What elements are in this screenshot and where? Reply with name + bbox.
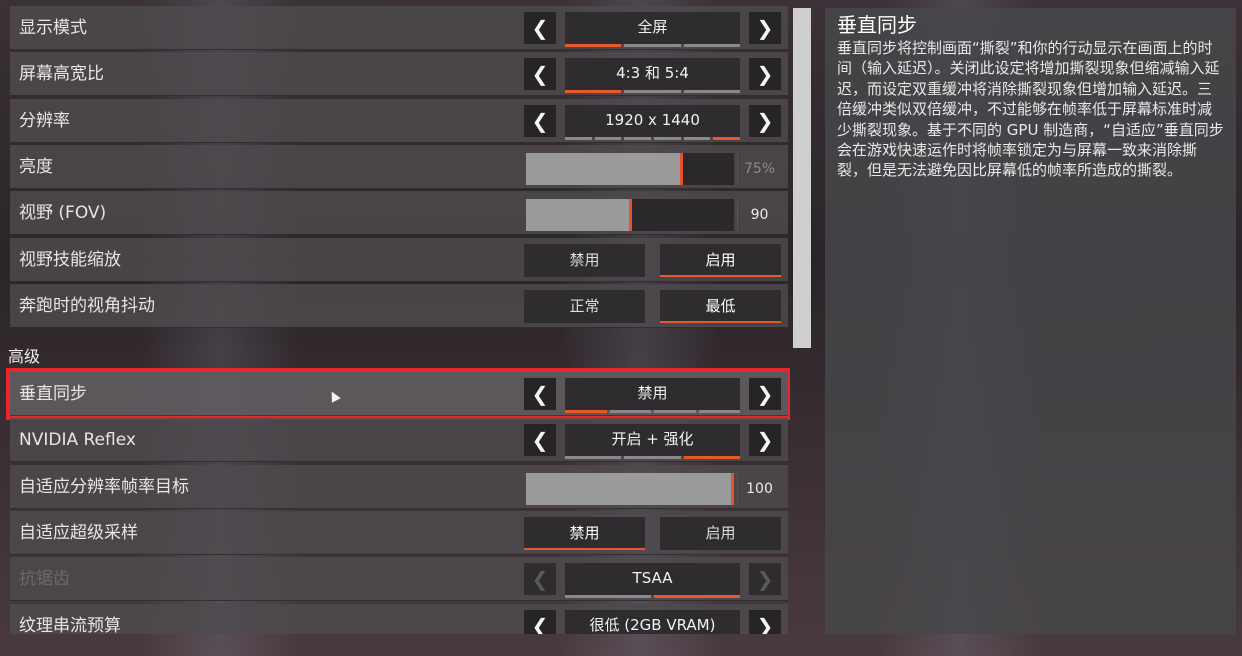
- setting-label: 抗锯齿: [19, 569, 70, 589]
- chevron-right-icon: ❯: [749, 563, 781, 595]
- toggle-option[interactable]: 最低: [660, 290, 781, 323]
- toggle-option[interactable]: 启用: [660, 517, 781, 550]
- slider-track[interactable]: [526, 153, 734, 185]
- selector-value: 全屏: [565, 12, 740, 44]
- setting-label: 自适应分辨率帧率目标: [19, 477, 189, 497]
- setting-row[interactable]: 屏幕高宽比 ❮ 4:3 和 5:4 ❯: [10, 52, 788, 96]
- slider-handle[interactable]: [628, 199, 632, 231]
- setting-label: 视野 (FOV): [19, 203, 107, 223]
- setting-label: 显示模式: [19, 18, 87, 38]
- slider-handle[interactable]: [731, 473, 734, 505]
- setting-row[interactable]: 自适应分辨率帧率目标 100: [10, 465, 788, 509]
- toggle-option[interactable]: 正常: [524, 290, 645, 323]
- chevron-left-icon[interactable]: ❮: [524, 610, 556, 634]
- setting-label: NVIDIA Reflex: [19, 430, 136, 450]
- slider-value: 100: [737, 473, 781, 505]
- option-indicator-segment: [594, 137, 622, 140]
- setting-row[interactable]: 视野 (FOV) 90: [10, 191, 788, 235]
- setting-row[interactable]: 垂直同步 ❮ 禁用 ❯: [6, 368, 790, 420]
- selector-value: 禁用: [565, 378, 740, 410]
- setting-label: 垂直同步: [19, 384, 87, 404]
- chevron-right-icon[interactable]: ❯: [749, 378, 781, 410]
- toggle-option[interactable]: 禁用: [524, 244, 645, 277]
- chevron-right-icon[interactable]: ❯: [749, 58, 781, 90]
- option-indicator-segment: [565, 44, 622, 47]
- option-indicator-segment: [624, 44, 681, 47]
- option-indicator-segment: [565, 137, 592, 140]
- setting-row[interactable]: 纹理串流预算 ❮ 很低 (2GB VRAM) ❯: [10, 604, 788, 634]
- chevron-left-icon[interactable]: ❮: [524, 378, 556, 410]
- setting-row[interactable]: 分辨率 ❮ 1920 x 1440 ❯: [10, 99, 788, 143]
- option-indicator: [565, 456, 740, 459]
- settings-list: 显示模式 ❮ 全屏 ❯ 屏幕高宽比 ❮ 4:3 和 5:4 ❯ 分辨率 ❮ 1920 x 1440 ❯…: [0, 6, 790, 634]
- option-indicator-segment: [624, 456, 681, 459]
- option-indicator-segment: [683, 137, 711, 140]
- chevron-right-icon[interactable]: ❯: [749, 12, 781, 44]
- option-indicator-segment: [609, 410, 651, 413]
- option-indicator-segment: [565, 410, 607, 413]
- slider-fill: [526, 473, 731, 505]
- selector-value: TSAA: [565, 563, 740, 595]
- option-indicator: [565, 410, 740, 413]
- description-panel: 垂直同步 垂直同步将控制画面“撕裂”和你的行动显示在画面上的时间（输入延迟）。关…: [825, 8, 1236, 634]
- option-indicator-segment: [624, 137, 652, 140]
- description-body: 垂直同步将控制画面“撕裂”和你的行动显示在画面上的时间（输入延迟）。关闭此设定将…: [837, 39, 1224, 180]
- option-indicator-segment: [683, 44, 740, 47]
- setting-label: 视野技能缩放: [19, 250, 121, 270]
- option-indicator-segment: [683, 90, 740, 93]
- chevron-left-icon[interactable]: ❮: [524, 105, 556, 137]
- selector-value: 1920 x 1440: [565, 105, 740, 137]
- chevron-right-icon[interactable]: ❯: [749, 610, 781, 634]
- option-indicator-segment: [713, 137, 741, 140]
- chevron-right-icon[interactable]: ❯: [749, 105, 781, 137]
- option-indicator-segment: [565, 456, 622, 459]
- slider-track[interactable]: [526, 199, 734, 231]
- setting-label: 分辨率: [19, 111, 70, 131]
- selector-value: 4:3 和 5:4: [565, 58, 740, 90]
- option-indicator: [565, 595, 740, 598]
- option-indicator: [565, 137, 741, 140]
- setting-label: 屏幕高宽比: [19, 64, 104, 84]
- slider-value: 90: [737, 199, 781, 231]
- setting-row[interactable]: 视野技能缩放 禁用 启用: [10, 238, 788, 282]
- option-indicator-segment: [654, 595, 740, 598]
- option-indicator: [565, 44, 740, 47]
- option-indicator-segment: [565, 595, 651, 598]
- slider-value: 75%: [737, 153, 781, 185]
- description-title: 垂直同步: [837, 13, 917, 37]
- option-indicator-segment: [654, 137, 681, 140]
- section-title-advanced: 高级: [8, 347, 41, 366]
- slider-handle[interactable]: [679, 153, 683, 185]
- setting-row[interactable]: 亮度 75%: [10, 145, 788, 189]
- chevron-left-icon: ❮: [524, 563, 556, 595]
- selector-value: 开启 + 强化: [565, 424, 740, 456]
- option-indicator-segment: [698, 410, 740, 413]
- setting-label: 奔跑时的视角抖动: [19, 296, 155, 316]
- setting-label: 亮度: [19, 157, 53, 177]
- setting-label: 自适应超级采样: [19, 523, 138, 543]
- setting-row[interactable]: 自适应超级采样 禁用 启用: [10, 511, 788, 555]
- setting-row[interactable]: 显示模式 ❮ 全屏 ❯: [10, 6, 788, 50]
- settings-scrollbar[interactable]: [793, 8, 811, 348]
- chevron-left-icon[interactable]: ❮: [524, 58, 556, 90]
- chevron-right-icon[interactable]: ❯: [749, 424, 781, 456]
- toggle-option[interactable]: 启用: [660, 244, 781, 277]
- slider-fill: [526, 153, 680, 185]
- option-indicator-segment: [565, 90, 622, 93]
- slider-fill: [526, 199, 629, 231]
- chevron-left-icon[interactable]: ❮: [524, 12, 556, 44]
- setting-row[interactable]: 奔跑时的视角抖动 正常 最低: [10, 284, 788, 328]
- setting-label: 纹理串流预算: [19, 616, 121, 634]
- option-indicator-segment: [624, 90, 681, 93]
- chevron-left-icon[interactable]: ❮: [524, 424, 556, 456]
- toggle-option[interactable]: 禁用: [524, 517, 645, 550]
- option-indicator-segment: [654, 410, 696, 413]
- setting-row[interactable]: NVIDIA Reflex ❮ 开启 + 强化 ❯: [10, 418, 788, 462]
- option-indicator-segment: [683, 456, 740, 459]
- option-indicator: [565, 90, 740, 93]
- slider-track[interactable]: [526, 473, 734, 505]
- selector-value: 很低 (2GB VRAM): [565, 610, 740, 634]
- setting-row[interactable]: 抗锯齿 ❮ TSAA ❯: [10, 557, 788, 601]
